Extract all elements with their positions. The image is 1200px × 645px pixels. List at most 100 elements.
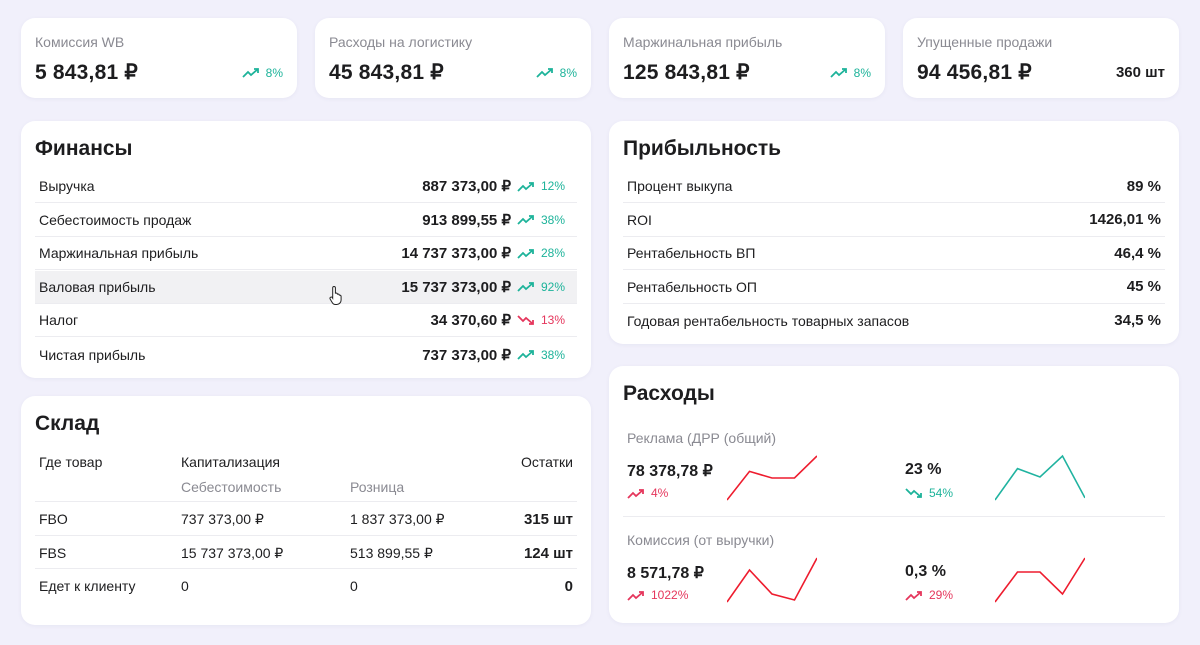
warehouse-card: Склад Где товар Капитализация Остатки Се…	[21, 396, 591, 625]
finance-row-trend: 92%	[517, 280, 577, 294]
warehouse-where: FBS	[39, 544, 67, 561]
warehouse-cost: 737 373,00 ₽	[181, 511, 264, 527]
trend-up-icon	[242, 68, 259, 78]
kpi-card-commission: Комиссия WB 5 843,81 ₽ 8%	[21, 18, 297, 98]
warehouse-remain: 0	[564, 578, 573, 596]
warehouse-remain: 315 шт	[523, 511, 573, 528]
finance-row-trend-value: 12%	[541, 179, 566, 193]
finance-row[interactable]: Валовая прибыль 15 737 373,00 ₽ 92%	[35, 270, 577, 304]
finance-row-trend: 38%	[517, 348, 577, 362]
warehouse-remain: 124 шт	[523, 544, 573, 562]
finance-row-label: Налог	[39, 312, 79, 329]
trend-up-icon	[627, 488, 644, 499]
trend-down-icon	[905, 487, 922, 498]
sparkline-chart	[995, 557, 1085, 603]
finance-row-trend-value: 38%	[541, 212, 566, 227]
warehouse-where: FBO	[39, 511, 68, 527]
hand-cursor-icon	[329, 285, 342, 305]
finance-row-value: 14 737 373,00 ₽	[401, 245, 511, 263]
profitability-row: Процент выкупа 89 %	[623, 170, 1165, 203]
finance-row-label: Себестоимость продаж	[39, 211, 192, 228]
kpi-label: Комиссия WB	[35, 34, 125, 50]
kpi-card-margin: Маржинальная прибыль 125 843,81 ₽ 8%	[609, 18, 885, 98]
expense-trend: 1022%	[627, 588, 688, 602]
trend-down-icon	[517, 315, 534, 325]
subcol-cost: Себестоимость	[181, 479, 282, 495]
kpi-value: 45 843,81 ₽	[329, 61, 444, 84]
finance-row[interactable]: Маржинальная прибыль 14 737 373,00 ₽ 28%	[35, 237, 577, 271]
finance-row[interactable]: Себестоимость продаж 913 899,55 ₽ 38%	[35, 204, 577, 237]
expenses-divider	[623, 516, 1165, 517]
profitability-row: Рентабельность ОП 45 %	[623, 271, 1165, 304]
profitability-row-value: 89 %	[1126, 177, 1161, 195]
finance-row-value: 913 899,55 ₽	[422, 211, 511, 229]
col-where: Где товар	[39, 454, 103, 470]
trend-up-icon	[517, 215, 534, 225]
finance-title: Финансы	[35, 137, 133, 160]
trend-up-icon	[536, 68, 553, 78]
finance-row-trend: 13%	[517, 313, 577, 327]
profitability-row: Рентабельность ВП 46,4 %	[623, 237, 1165, 271]
profitability-card: Прибыльность Процент выкупа 89 % ROI 1426,0…	[609, 121, 1179, 344]
sparkline-chart	[995, 454, 1085, 501]
expense-value: 8 571,78 ₽	[627, 565, 704, 582]
col-capitalization: Капитализация	[181, 454, 280, 470]
trend-up-icon	[517, 248, 534, 259]
trend-up-icon	[517, 181, 534, 192]
kpi-trend: 8%	[242, 66, 283, 80]
finance-row-label: Маржинальная прибыль	[39, 245, 199, 262]
finance-row[interactable]: Налог 34 370,60 ₽ 13%	[35, 304, 577, 338]
profitability-row-value: 45 %	[1126, 278, 1161, 296]
sparkline-chart	[727, 557, 817, 603]
finance-row-trend: 12%	[517, 179, 577, 193]
warehouse-retail: 1 837 373,00 ₽	[350, 511, 445, 527]
sparkline-line	[727, 557, 817, 603]
finance-row-label: Выручка	[39, 178, 95, 194]
expense-trend-value: 1022%	[651, 588, 689, 602]
finance-row-value: 34 370,60 ₽	[430, 312, 511, 330]
expense-trend-value: 29%	[929, 588, 954, 602]
profitability-row-label: Рентабельность ВП	[627, 245, 756, 262]
kpi-count: 360 шт	[1115, 64, 1165, 81]
warehouse-where: Едет к клиенту	[39, 578, 136, 595]
finance-row-label: Валовая прибыль	[39, 278, 156, 295]
finance-row-trend: 38%	[517, 213, 577, 227]
warehouse-cost: 0	[181, 578, 189, 595]
expense-trend-value: 4%	[651, 486, 669, 500]
warehouse-row: FBS 15 737 373,00 ₽ 513 899,55 ₽ 124 шт	[35, 534, 577, 570]
kpi-trend-value: 8%	[265, 65, 283, 80]
profitability-row-label: Годовая рентабельность товарных запасов	[627, 312, 910, 329]
profitability-row-value: 1426,01 %	[1089, 211, 1161, 229]
expense-section-label: Комиссия (от выручки)	[627, 532, 775, 548]
profitability-title: Прибыльность	[623, 137, 782, 160]
sparkline-chart	[727, 455, 817, 501]
profitability-row-label: Процент выкупа	[627, 178, 733, 194]
finance-row-trend-value: 92%	[541, 279, 566, 294]
expense-section-label: Реклама (ДРР (общий)	[627, 430, 777, 446]
expense-trend-value: 54%	[929, 486, 954, 500]
finance-row[interactable]: Чистая прибыль 737 373,00 ₽ 38%	[35, 338, 577, 371]
kpi-trend-value: 8%	[559, 65, 577, 80]
finance-row-trend-value: 13%	[541, 313, 566, 328]
warehouse-row: Едет к клиенту 0 0 0	[35, 568, 577, 603]
finance-row-value: 887 373,00 ₽	[422, 178, 511, 195]
finance-row-trend-value: 38%	[541, 347, 566, 362]
kpi-label: Упущенные продажи	[917, 34, 1053, 50]
expense-value: 78 378,78 ₽	[627, 463, 713, 480]
warehouse-row: FBO 737 373,00 ₽ 1 837 373,00 ₽ 315 шт	[35, 501, 577, 536]
warehouse-cost: 15 737 373,00 ₽	[181, 544, 284, 561]
trend-up-icon	[517, 350, 534, 360]
finance-row[interactable]: Выручка 887 373,00 ₽ 12%	[35, 170, 577, 203]
warehouse-retail: 513 899,55 ₽	[350, 544, 433, 561]
profitability-row-value: 46,4 %	[1114, 244, 1161, 262]
profitability-row: ROI 1426,01 %	[623, 204, 1165, 237]
col-remains: Остатки	[521, 454, 573, 470]
kpi-label: Расходы на логистику	[329, 34, 473, 50]
expense-value: 23 %	[905, 461, 942, 478]
kpi-trend: 8%	[830, 66, 871, 80]
kpi-value: 5 843,81 ₽	[35, 61, 138, 84]
kpi-label: Маржинальная прибыль	[623, 34, 783, 50]
profitability-row-value: 34,5 %	[1114, 312, 1161, 330]
trend-up-icon	[517, 282, 534, 292]
expense-trend: 54%	[905, 486, 953, 500]
